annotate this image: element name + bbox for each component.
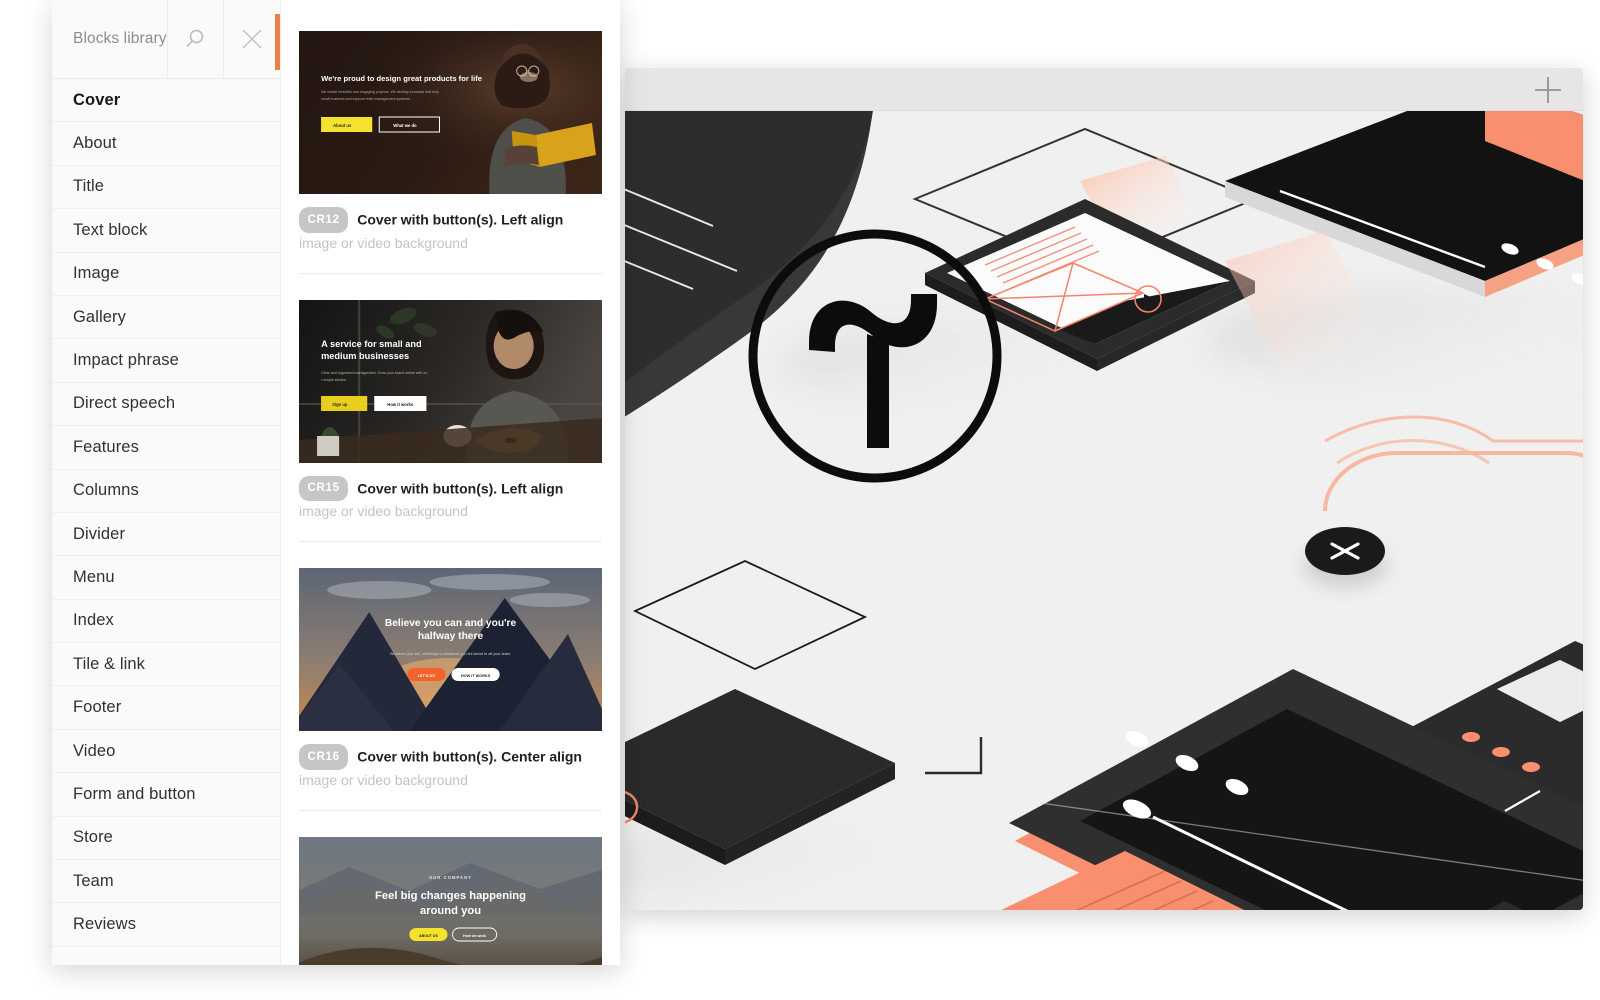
sidebar-item-label: Text block [73, 220, 148, 239]
block-preview-thumbnail[interactable]: We're proud to design great products for… [299, 31, 602, 194]
sidebar-item-label: Store [73, 828, 113, 847]
sidebar-item-label: Footer [73, 698, 122, 717]
svg-text:About us: About us [333, 123, 352, 128]
svg-text:We're proud to design great pr: We're proud to design great products for… [321, 74, 482, 83]
library-sidebar: Blocks library Cover About Title Text block… [52, 0, 281, 965]
block-preview-thumbnail[interactable]: OUR COMPANY Feel big changes happening a… [299, 836, 602, 965]
screen: Blocks library Cover About Title Text block… [0, 0, 1600, 1000]
svg-text:around you: around you [420, 905, 481, 917]
library-header: Blocks library [52, 0, 280, 79]
svg-text:Clear and organized management: Clear and organized management. Grow you… [321, 371, 427, 375]
sidebar-item-label: Divider [73, 524, 126, 543]
sidebar-item-text-block[interactable]: Text block [52, 209, 280, 253]
sidebar-item-label: About [73, 134, 117, 153]
sidebar-item-label: Features [73, 437, 139, 456]
block-name: Cover with button(s). Center align [357, 748, 582, 765]
sidebar-item-label: Direct speech [73, 394, 176, 413]
block-code-badge: CR16 [299, 744, 349, 770]
svg-text:Sign up: Sign up [332, 402, 348, 407]
sidebar-item-label: Cover [73, 91, 121, 110]
sidebar-item-image[interactable]: Image [52, 253, 280, 296]
sidebar-item-label: Reviews [73, 915, 137, 934]
block-description: image or video background [299, 503, 468, 519]
sidebar-item-cover[interactable]: Cover [52, 79, 280, 123]
svg-text:Feel big changes happening: Feel big changes happening [375, 890, 526, 902]
search-icon [186, 29, 204, 48]
block-name: Cover with button(s). Left align [357, 211, 564, 228]
sidebar-item-title[interactable]: Title [52, 166, 280, 210]
blocks-library-panel: Blocks library Cover About Title Text block… [52, 0, 620, 965]
plus-icon[interactable] [1535, 77, 1561, 103]
sidebar-item-form-and-button[interactable]: Form and button [52, 773, 280, 817]
sidebar-item-direct-speech[interactable]: Direct speech [52, 383, 280, 427]
svg-text:OUR COMPANY: OUR COMPANY [429, 875, 472, 880]
sidebar-item-impact-phrase[interactable]: Impact phrase [52, 339, 280, 383]
sidebar-item-reviews[interactable]: Reviews [52, 903, 280, 947]
sidebar-item-gallery[interactable]: Gallery [52, 296, 280, 340]
block-card[interactable]: Believe you can and you're halfway there… [299, 542, 602, 811]
sidebar-item-label: Menu [73, 567, 115, 586]
sidebar-item-about[interactable]: About [52, 122, 280, 166]
svg-text:We create beautiful and engagi: We create beautiful and engaging project… [321, 90, 439, 94]
sidebar-item-label: Impact phrase [73, 351, 179, 370]
block-caption: CR16 Cover with button(s). Center align i… [299, 744, 602, 791]
svg-text:medium businesses: medium businesses [321, 351, 409, 361]
svg-text:ABOUT US: ABOUT US [419, 934, 438, 938]
svg-text:HOW IT WORKS: HOW IT WORKS [461, 674, 491, 678]
sidebar-item-menu[interactable]: Menu [52, 556, 280, 600]
sidebar-scrollbar[interactable] [275, 14, 280, 70]
sidebar-item-label: Columns [73, 481, 139, 500]
block-code-badge: CR15 [299, 475, 349, 501]
tilda-isometric-illustration [625, 111, 1583, 910]
svg-text:r simple service.: r simple service. [321, 378, 347, 382]
sidebar-item-divider[interactable]: Divider [52, 513, 280, 557]
svg-text:How we work: How we work [463, 934, 486, 938]
editor-header [625, 68, 1583, 111]
block-description: image or video background [299, 771, 468, 788]
sidebar-item-features[interactable]: Features [52, 426, 280, 470]
block-caption: CR15 Cover with button(s). Left align ima… [299, 475, 602, 523]
sidebar-item-label: Index [73, 611, 114, 630]
sidebar-item-index[interactable]: Index [52, 600, 280, 644]
svg-text:Whatever you sell, challenge o: Whatever you sell, challenge or whatever… [390, 652, 511, 656]
sidebar-item-label: Video [73, 741, 116, 760]
block-card-list[interactable]: We're proud to design great products for… [281, 0, 620, 965]
block-card[interactable]: OUR COMPANY Feel big changes happening a… [299, 811, 602, 965]
svg-text:A service for small and: A service for small and [321, 339, 422, 349]
editor-window [625, 68, 1583, 910]
close-badge-icon [1303, 527, 1387, 587]
sidebar-item-label: Form and button [73, 784, 196, 803]
block-caption: CR12 Cover with button(s). Left align ima… [299, 207, 602, 254]
block-card[interactable]: A service for small and medium businesse… [299, 274, 602, 542]
sidebar-item-store[interactable]: Store [52, 817, 280, 861]
sidebar-item-team[interactable]: Team [52, 860, 280, 904]
close-icon [242, 29, 262, 49]
block-preview-thumbnail[interactable]: Believe you can and you're halfway there… [299, 568, 602, 731]
sidebar-item-label: Gallery [73, 307, 126, 326]
library-category-list[interactable]: Cover About Title Text block Image Gallery Imp… [52, 79, 280, 965]
svg-text:small business and improve the: small business and improve their managem… [321, 97, 411, 101]
svg-text:How it works: How it works [387, 402, 414, 407]
sidebar-item-label: Team [73, 871, 114, 890]
block-name: Cover with button(s). Left align [357, 480, 564, 496]
block-description: image or video background [299, 234, 468, 251]
sidebar-item-columns[interactable]: Columns [52, 470, 280, 513]
search-button[interactable] [166, 0, 224, 79]
close-button[interactable] [223, 0, 280, 79]
sidebar-item-video[interactable]: Video [52, 730, 280, 774]
sidebar-item-label: Image [73, 264, 120, 283]
canvas[interactable] [625, 111, 1583, 910]
sidebar-item-label: Title [73, 177, 105, 196]
block-code-badge: CR12 [299, 207, 349, 233]
sidebar-item-tile-link[interactable]: Tile & link [52, 643, 280, 687]
svg-text:halfway there: halfway there [418, 631, 484, 642]
svg-text:What we do: What we do [393, 123, 417, 128]
block-card[interactable]: We're proud to design great products for… [299, 0, 602, 274]
svg-text:Believe you can and you're: Believe you can and you're [385, 618, 517, 629]
sidebar-item-label: Tile & link [73, 654, 146, 673]
sidebar-item-footer[interactable]: Footer [52, 686, 280, 730]
library-title: Blocks library [73, 30, 167, 47]
svg-text:LET'S GO: LET'S GO [418, 674, 436, 678]
block-preview-thumbnail[interactable]: A service for small and medium businesse… [299, 299, 602, 463]
